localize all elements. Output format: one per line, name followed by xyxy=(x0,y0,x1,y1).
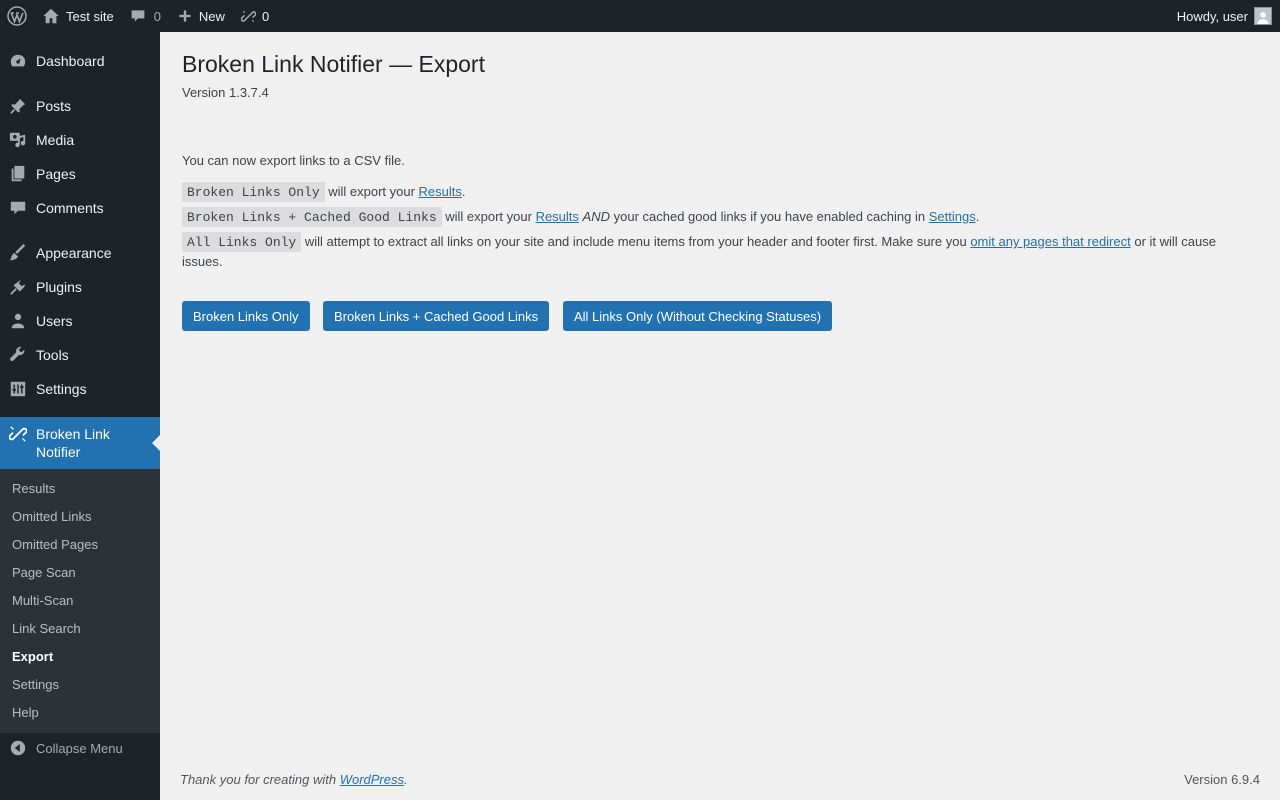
submenu-help[interactable]: Help xyxy=(12,705,39,720)
plus-icon xyxy=(177,8,193,24)
intro-text: You can now export links to a CSV file. xyxy=(182,153,405,168)
menu-posts[interactable]: Posts xyxy=(0,89,160,123)
menu-media[interactable]: Media xyxy=(0,123,160,157)
dashboard-icon xyxy=(0,52,36,70)
wordpress-logo-icon[interactable] xyxy=(0,0,34,32)
footer-thanks: Thank you for creating with WordPress. xyxy=(180,772,408,787)
plugin-version: Version 1.3.7.4 xyxy=(182,85,269,100)
home-icon xyxy=(42,7,60,25)
menu-users[interactable]: Users xyxy=(0,304,160,338)
results-link[interactable]: Results xyxy=(536,209,579,224)
broken-link-count: 0 xyxy=(261,8,270,24)
submenu-multi-scan[interactable]: Multi-Scan xyxy=(12,593,73,608)
menu-comments[interactable]: Comments xyxy=(0,191,160,225)
omit-pages-link[interactable]: omit any pages that redirect xyxy=(970,234,1130,249)
current-menu-arrow xyxy=(152,435,160,451)
plugin-icon xyxy=(0,278,36,296)
media-icon xyxy=(0,131,36,149)
avatar xyxy=(1254,7,1272,25)
collapse-menu-label: Collapse Menu xyxy=(36,740,123,756)
new-content-link[interactable]: New xyxy=(169,0,233,32)
collapse-icon xyxy=(0,739,36,757)
comment-icon xyxy=(0,199,36,217)
wordpress-link[interactable]: WordPress xyxy=(340,772,404,787)
pages-icon xyxy=(0,165,36,183)
description-all-links: All Links Only will attempt to extract a… xyxy=(182,232,1216,269)
code-all-links: All Links Only xyxy=(182,232,302,252)
submenu-results[interactable]: Results xyxy=(12,481,55,496)
comment-icon xyxy=(130,8,146,24)
pin-icon xyxy=(0,97,36,115)
admin-sidebar: Dashboard Posts Media Pages Comments App… xyxy=(0,32,160,800)
menu-appearance[interactable]: Appearance xyxy=(0,236,160,270)
sliders-icon xyxy=(0,380,36,398)
main-content: Broken Link Notifier — Export Version 1.… xyxy=(160,32,1280,800)
submenu-link-search[interactable]: Link Search xyxy=(12,621,81,636)
submenu-export[interactable]: Export xyxy=(12,649,53,664)
comments-link[interactable]: 0 xyxy=(122,0,169,32)
broken-link-icon xyxy=(0,425,36,443)
code-broken-only: Broken Links Only xyxy=(182,182,325,202)
code-broken-cached: Broken Links + Cached Good Links xyxy=(182,207,442,227)
collapse-menu-button[interactable]: Collapse Menu xyxy=(0,731,160,765)
menu-settings[interactable]: Settings xyxy=(0,372,160,406)
wrench-icon xyxy=(0,346,36,364)
my-account[interactable]: Howdy, user xyxy=(1177,0,1272,32)
site-name-link[interactable]: Test site xyxy=(34,0,122,32)
submenu-page-scan[interactable]: Page Scan xyxy=(12,565,76,580)
howdy-text: Howdy, user xyxy=(1176,8,1248,24)
new-label: New xyxy=(198,8,225,24)
broken-link-icon xyxy=(240,9,256,24)
brush-icon xyxy=(0,244,36,262)
footer-version: Version 6.9.4 xyxy=(1184,772,1260,787)
comments-count: 0 xyxy=(153,8,161,24)
submenu-omitted-pages[interactable]: Omitted Pages xyxy=(12,537,98,552)
export-all-links-button[interactable]: All Links Only (Without Checking Statuse… xyxy=(563,301,833,331)
submenu-omitted-links[interactable]: Omitted Links xyxy=(12,509,91,524)
export-broken-cached-button[interactable]: Broken Links + Cached Good Links xyxy=(323,301,550,331)
menu-broken-link-notifier[interactable]: Broken Link Notifier xyxy=(0,417,160,469)
results-link[interactable]: Results xyxy=(419,184,462,199)
menu-plugins[interactable]: Plugins xyxy=(0,270,160,304)
admin-bar: Test site 0 New 0 Howdy, user xyxy=(0,0,1280,32)
description-broken-only: Broken Links Only will export your Resul… xyxy=(182,182,1242,202)
submenu-settings[interactable]: Settings xyxy=(12,677,59,692)
menu-tools[interactable]: Tools xyxy=(0,338,160,372)
description-broken-cached: Broken Links + Cached Good Links will ex… xyxy=(182,207,1242,227)
menu-pages[interactable]: Pages xyxy=(0,157,160,191)
export-broken-only-button[interactable]: Broken Links Only xyxy=(182,301,310,331)
broken-link-count-link[interactable]: 0 xyxy=(233,0,277,32)
page-title: Broken Link Notifier — Export xyxy=(182,51,485,77)
settings-link[interactable]: Settings xyxy=(929,209,976,224)
user-icon xyxy=(0,312,36,330)
menu-dashboard[interactable]: Dashboard xyxy=(0,44,160,78)
site-name: Test site xyxy=(66,8,114,24)
submenu: Results Omitted Links Omitted Pages Page… xyxy=(0,469,160,733)
